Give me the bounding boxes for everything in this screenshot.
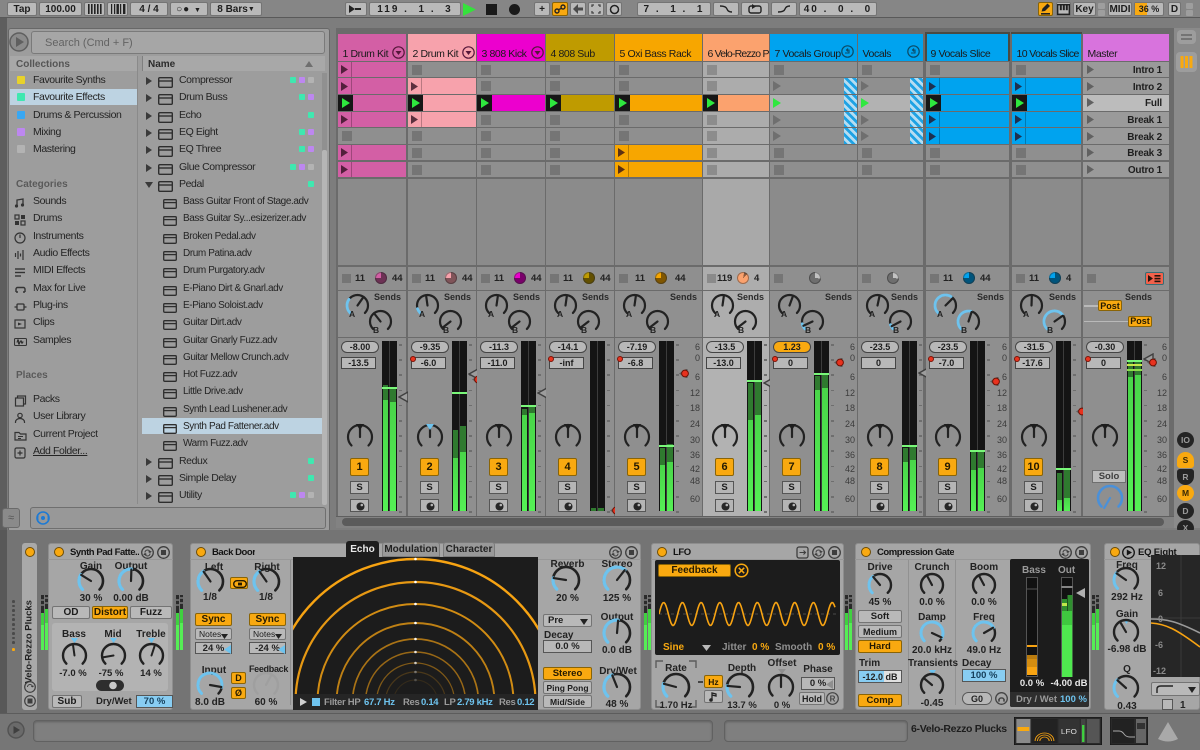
svg-text:12: 12 [1156,561,1166,571]
svg-text:-12: -12 [1153,666,1166,676]
svg-text:R: R [830,695,836,704]
svg-text:6: 6 [1158,588,1163,598]
svg-text:0: 0 [1158,614,1163,624]
svg-text:LFO: LFO [1061,728,1077,736]
svg-text:-6: -6 [1155,640,1163,650]
